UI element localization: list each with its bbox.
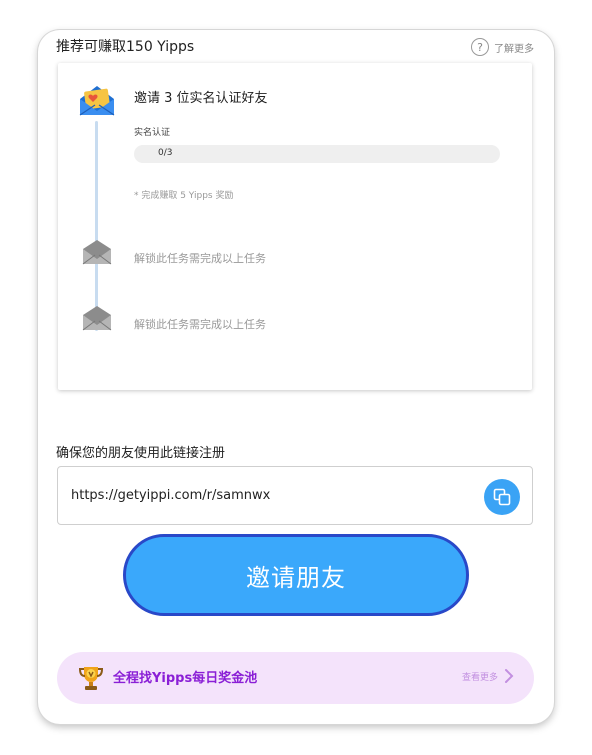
task-sub-label: 实名认证 — [134, 128, 171, 138]
page-title: 推荐可赚取150 Yipps — [56, 39, 195, 55]
pool-view-more[interactable]: 查看更多 — [462, 668, 514, 684]
referral-card: 推荐可赚取150 Yipps ? 了解更多 邀请 3 位实名认证好友 实名认证 … — [38, 30, 554, 724]
daily-pool-banner[interactable]: 全程找Yipps每日奖金池 查看更多 — [57, 652, 534, 704]
envelope-locked-icon — [82, 306, 112, 331]
invite-friends-button[interactable]: 邀请朋友 — [123, 534, 469, 616]
reward-note: * 完成赚取 5 Yipps 奖励 — [134, 191, 234, 201]
referral-link-url[interactable]: https://getyippi.com/r/samnwx — [71, 488, 270, 503]
help-icon[interactable]: ? — [471, 38, 489, 56]
envelope-active-icon — [79, 86, 115, 116]
timeline-connector — [95, 121, 98, 331]
pool-title: 全程找Yipps每日奖金池 — [113, 671, 258, 686]
copy-button[interactable] — [484, 479, 520, 515]
learn-more-link[interactable]: ? 了解更多 — [471, 38, 534, 56]
locked-task-text: 解锁此任务需完成以上任务 — [134, 318, 266, 331]
progress-text: 0/3 — [158, 148, 173, 158]
chevron-right-icon[interactable] — [504, 668, 514, 684]
locked-task-text: 解锁此任务需完成以上任务 — [134, 252, 266, 265]
learn-more-label[interactable]: 了解更多 — [494, 40, 534, 55]
trophy-icon — [78, 667, 104, 690]
copy-icon — [493, 488, 511, 506]
task-panel: 邀请 3 位实名认证好友 实名认证 0/3 * 完成赚取 5 Yipps 奖励 … — [58, 63, 532, 390]
referral-link-field[interactable]: https://getyippi.com/r/samnwx — [57, 466, 533, 525]
link-label: 确保您的朋友使用此链接注册 — [56, 446, 226, 461]
task-title: 邀请 3 位实名认证好友 — [134, 91, 268, 106]
envelope-locked-icon — [82, 240, 112, 265]
pool-view-more-label[interactable]: 查看更多 — [462, 670, 498, 683]
progress-bar: 0/3 — [134, 145, 500, 163]
